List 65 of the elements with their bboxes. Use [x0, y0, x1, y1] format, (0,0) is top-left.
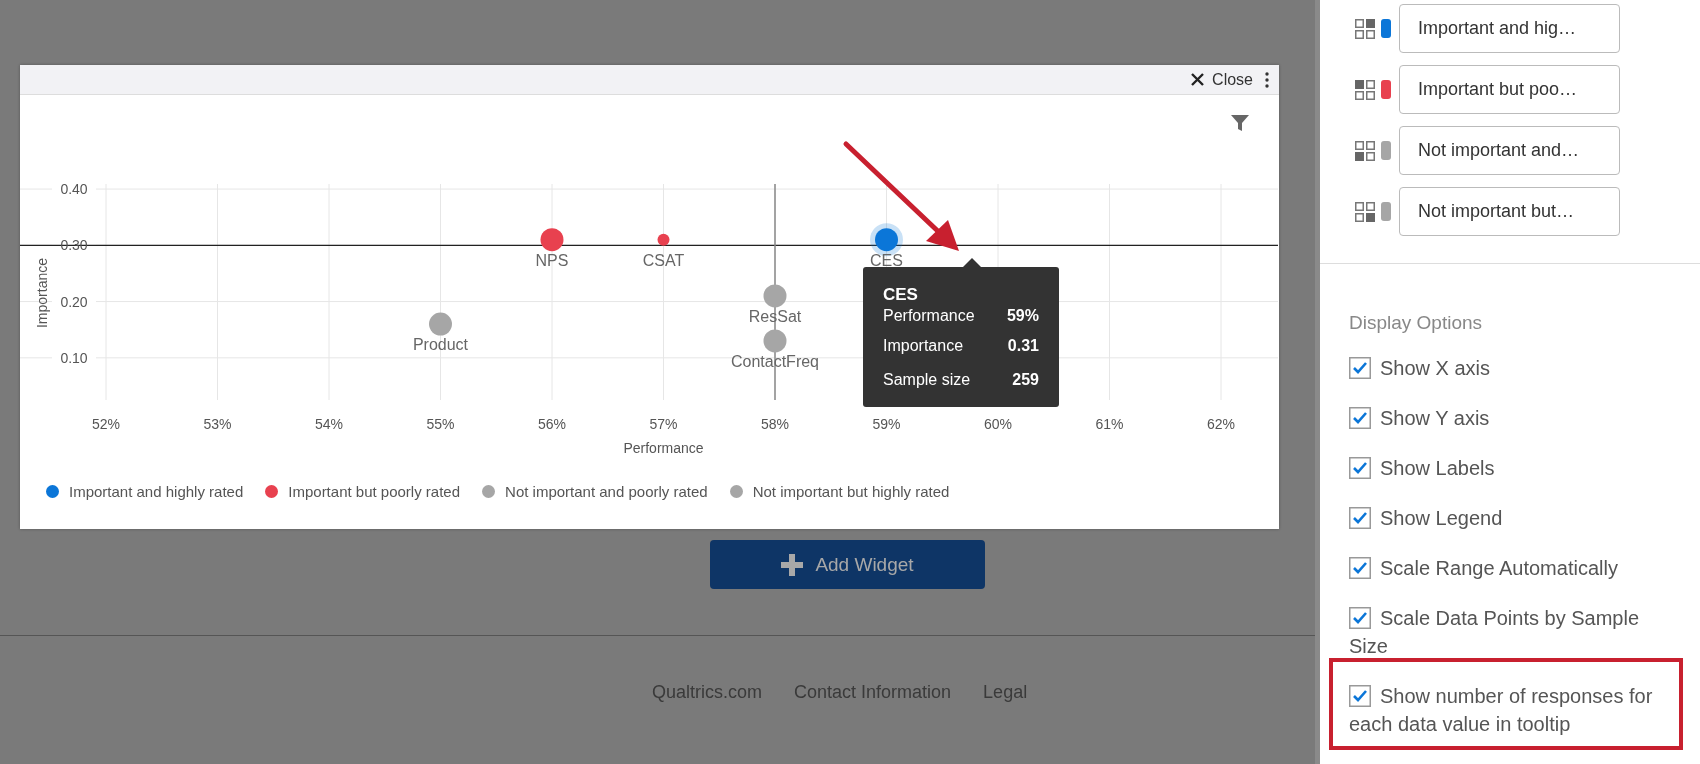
y-tick-label: 0.20	[60, 293, 88, 310]
close-icon	[1191, 73, 1205, 86]
x-tick-label: 54%	[315, 416, 343, 432]
option-text[interactable]: Show Y axis	[1349, 404, 1661, 432]
option-text[interactable]: Show Labels	[1349, 454, 1661, 482]
close-button[interactable]: Close	[1191, 70, 1253, 89]
checkbox[interactable]	[1349, 685, 1371, 707]
quadrant-name-field[interactable]: Important and hig…	[1399, 4, 1620, 53]
point-label: CSAT	[642, 251, 685, 269]
quadrant-name-field[interactable]: Important but poo…	[1399, 65, 1620, 114]
tooltip-label: Importance	[883, 337, 965, 355]
checkbox[interactable]	[1349, 407, 1371, 429]
option-text[interactable]: Scale Data Points by Sample Size	[1349, 604, 1661, 660]
section-title: Display Options	[1349, 312, 1484, 334]
option-text[interactable]: Show number of responses for each data value in tooltip	[1349, 682, 1661, 738]
more-icon[interactable]	[1265, 71, 1269, 88]
color-swatch[interactable]	[1381, 141, 1391, 160]
grid-icon	[1355, 201, 1375, 222]
x-tick-label: 59%	[872, 416, 901, 432]
plus-icon	[781, 553, 804, 576]
x-tick-label: 60%	[984, 416, 1012, 432]
y-axis-title: Importance	[34, 258, 50, 328]
tooltip-value: 259	[1012, 371, 1039, 389]
checkbox[interactable]	[1349, 457, 1371, 479]
tooltip-label: Performance	[883, 307, 976, 325]
grid-icon	[1355, 79, 1375, 100]
x-tick-label: 61%	[1095, 416, 1124, 432]
quadrant-name-field[interactable]: Not important and…	[1399, 126, 1620, 175]
legend-label: Not important but highly rated	[752, 483, 950, 500]
tooltip-value: 0.31	[1007, 337, 1039, 355]
color-swatch[interactable]	[1381, 80, 1391, 99]
quadrant-name-field[interactable]: Not important but…	[1399, 187, 1620, 236]
tooltip-label: Sample size	[883, 371, 972, 389]
checkbox[interactable]	[1349, 357, 1371, 379]
option-text[interactable]: Show Legend	[1349, 504, 1661, 532]
x-tick-label: 62%	[1207, 416, 1235, 432]
add-widget-button[interactable]: Add Widget	[710, 540, 985, 589]
filter-icon[interactable]	[1231, 115, 1249, 131]
checkbox[interactable]	[1349, 557, 1371, 579]
option-text[interactable]: Scale Range Automatically	[1349, 554, 1661, 582]
tooltip-title: CES	[883, 285, 919, 305]
x-tick-label: 55%	[426, 416, 455, 432]
option-text[interactable]: Show X axis	[1349, 354, 1661, 382]
legend-label: Important and highly rated	[69, 483, 244, 500]
grid-icon	[1355, 140, 1375, 161]
legend-label: Not important and poorly rated	[505, 483, 708, 500]
legend-label: Important but poorly rated	[288, 483, 461, 500]
y-tick-label: 0.40	[60, 181, 88, 198]
point-label: CES	[870, 251, 903, 269]
checkbox[interactable]	[1349, 607, 1371, 629]
checkbox[interactable]	[1349, 507, 1371, 529]
x-axis-title: Performance	[623, 440, 704, 456]
x-tick-label: 56%	[538, 416, 566, 432]
grid-icon	[1355, 18, 1375, 39]
x-tick-label: 58%	[761, 416, 789, 432]
x-tick-label: 53%	[203, 416, 232, 432]
color-swatch[interactable]	[1381, 19, 1391, 38]
point-label: Product	[412, 336, 469, 354]
color-swatch[interactable]	[1381, 202, 1391, 221]
x-tick-label: 52%	[92, 416, 120, 432]
point-label: NPS	[535, 251, 569, 269]
x-tick-label: 57%	[649, 416, 678, 432]
tooltip-value: 59%	[1006, 307, 1039, 325]
data-point[interactable]	[657, 233, 670, 246]
y-tick-label: 0.10	[60, 349, 88, 366]
